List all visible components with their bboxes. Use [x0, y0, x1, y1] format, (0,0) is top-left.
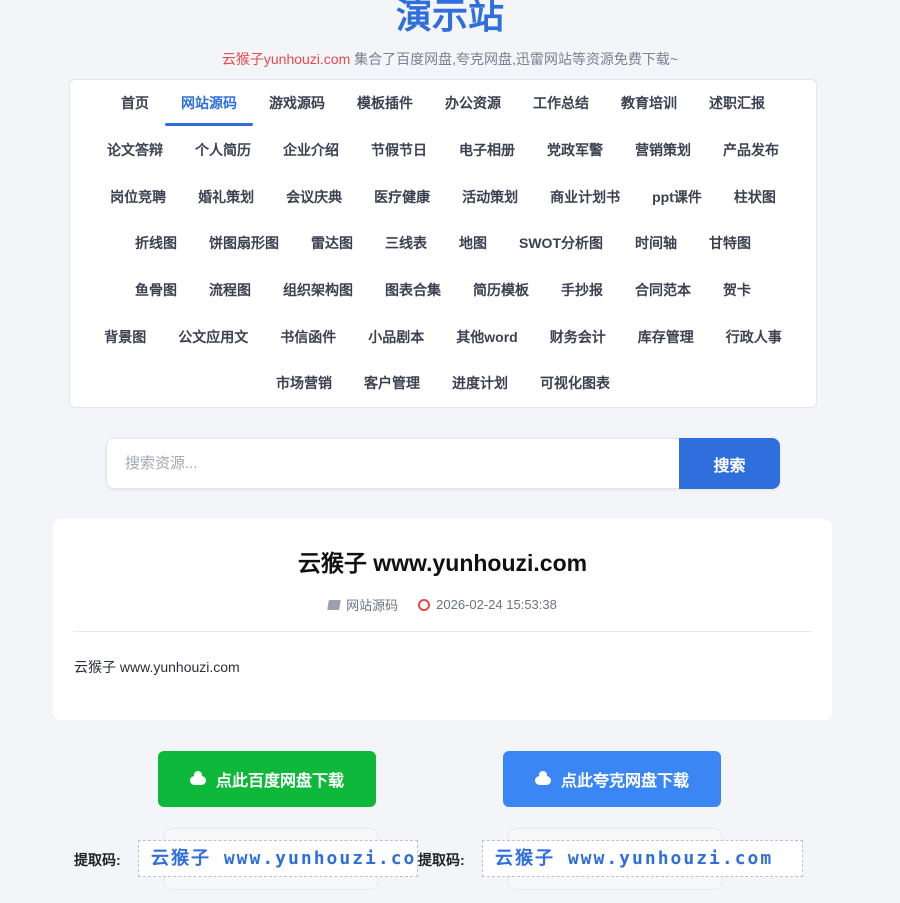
search-button[interactable]: 搜索	[679, 438, 780, 489]
article-category[interactable]: 网站源码	[327, 595, 399, 614]
nav-item[interactable]: 模板插件	[341, 80, 429, 126]
article-body: 云猴子 www.yunhouzi.com	[74, 659, 240, 675]
nav-item[interactable]: 背景图	[88, 314, 162, 360]
quark-code-label: 提取码:	[418, 852, 465, 868]
nav-item[interactable]: 产品发布	[707, 127, 795, 173]
nav-row: 岗位竞聘 婚礼策划 会议庆典 医疗健康 活动策划 商业计划书 ppt课件 柱状图	[70, 174, 816, 220]
quark-download-button[interactable]: 点此夸克网盘下载	[503, 751, 721, 807]
article-card: 云猴子 www.yunhouzi.com 网站源码 2026-02-24 15:…	[53, 519, 832, 720]
article-meta: 网站源码 2026-02-24 15:53:38	[53, 595, 832, 614]
nav-item[interactable]: 岗位竞聘	[94, 174, 182, 220]
nav-item[interactable]: 流程图	[193, 267, 267, 313]
article-title: 云猴子 www.yunhouzi.com	[297, 550, 588, 576]
nav-item[interactable]: 其他word	[440, 314, 533, 360]
nav-item[interactable]: 党政军警	[531, 127, 619, 173]
nav-item[interactable]: 折线图	[119, 220, 193, 266]
cloud-icon	[189, 771, 206, 785]
category-label: 网站源码	[346, 598, 399, 613]
nav-item[interactable]: 小品剧本	[352, 314, 440, 360]
clock-icon	[418, 598, 431, 611]
nav-item[interactable]: 库存管理	[622, 314, 710, 360]
search-input[interactable]	[106, 438, 679, 489]
nav-row: 鱼骨图 流程图 组织架构图 图表合集 简历模板 手抄报 合同范本 贺卡	[70, 267, 816, 313]
nav-item[interactable]: 贺卡	[707, 267, 767, 313]
nav-item[interactable]: 工作总结	[517, 80, 605, 126]
nav-item[interactable]: 时间轴	[619, 220, 693, 266]
nav-item[interactable]: 行政人事	[710, 314, 798, 360]
nav-item[interactable]: 商业计划书	[534, 174, 636, 220]
nav-item[interactable]: 电子相册	[443, 127, 531, 173]
subtitle-brand[interactable]: 云猴子yunhouzi.com	[222, 51, 350, 67]
nav-item[interactable]: 公文应用文	[162, 314, 264, 360]
subtitle-text: 集合了百度网盘,夸克网盘,迅雷网站等资源免费下载~	[350, 51, 679, 67]
nav-item[interactable]: 三线表	[369, 220, 443, 266]
site-subtitle: 云猴子yunhouzi.com 集合了百度网盘,夸克网盘,迅雷网站等资源免费下载…	[0, 49, 900, 69]
nav-item[interactable]: 书信函件	[264, 314, 352, 360]
nav-row: 折线图 饼图扇形图 雷达图 三线表 地图 SWOT分析图 时间轴 甘特图	[70, 220, 816, 266]
nav-item[interactable]: 甘特图	[693, 220, 767, 266]
nav-item[interactable]: 游戏源码	[253, 80, 341, 126]
nav-row: 背景图 公文应用文 书信函件 小品剧本 其他word 财务会计 库存管理 行政人事	[70, 314, 816, 360]
nav-item[interactable]: 手抄报	[545, 267, 619, 313]
quark-code-value[interactable]: 云猴子 www.yunhouzi.com	[482, 840, 803, 877]
nav-item[interactable]: 进度计划	[436, 360, 524, 406]
nav-item[interactable]: 饼图扇形图	[193, 220, 295, 266]
site-title: 演示站	[395, 0, 504, 36]
nav-item[interactable]: 柱状图	[718, 174, 792, 220]
nav-item[interactable]: 简历模板	[457, 267, 545, 313]
nav-item[interactable]: 医疗健康	[358, 174, 446, 220]
nav-item[interactable]: 地图	[443, 220, 503, 266]
baidu-code-label: 提取码:	[74, 852, 121, 868]
nav-row: 论文答辩 个人简历 企业介绍 节假节日 电子相册 党政军警 营销策划 产品发布	[70, 127, 816, 173]
article-time: 2026-02-24 15:53:38	[418, 595, 557, 614]
nav-item[interactable]: 可视化图表	[524, 360, 626, 406]
nav-item[interactable]: 婚礼策划	[182, 174, 270, 220]
nav-row: 首页 网站源码 游戏源码 模板插件 办公资源 工作总结 教育培训 述职汇报	[70, 80, 816, 126]
nav-item[interactable]: 营销策划	[619, 127, 707, 173]
folder-icon	[327, 599, 342, 610]
nav-item[interactable]: 论文答辩	[91, 127, 179, 173]
nav-item[interactable]: 组织架构图	[267, 267, 369, 313]
nav-item[interactable]: 会议庆典	[270, 174, 358, 220]
divider	[73, 631, 812, 632]
baidu-download-label: 点此百度网盘下载	[215, 773, 344, 790]
nav-item[interactable]: 财务会计	[534, 314, 622, 360]
cloud-icon	[534, 771, 551, 785]
nav-item[interactable]: 网站源码	[165, 80, 253, 126]
nav-item[interactable]: 个人简历	[179, 127, 267, 173]
nav-item[interactable]: 述职汇报	[693, 80, 781, 126]
nav-item[interactable]: 雷达图	[295, 220, 369, 266]
nav-item[interactable]: 教育培训	[605, 80, 693, 126]
nav-item[interactable]: 办公资源	[429, 80, 517, 126]
nav-item[interactable]: 合同范本	[619, 267, 707, 313]
nav-item[interactable]: SWOT分析图	[503, 220, 619, 266]
category-nav: 首页 网站源码 游戏源码 模板插件 办公资源 工作总结 教育培训 述职汇报 论文答辩 个人简历 企业…	[69, 79, 817, 408]
nav-item[interactable]: ppt课件	[636, 174, 718, 220]
baidu-download-button[interactable]: 点此百度网盘下载	[158, 751, 376, 807]
nav-item[interactable]: 市场营销	[260, 360, 348, 406]
nav-item[interactable]: 节假节日	[355, 127, 443, 173]
nav-item[interactable]: 图表合集	[369, 267, 457, 313]
nav-item[interactable]: 首页	[105, 80, 165, 126]
nav-item[interactable]: 活动策划	[446, 174, 534, 220]
timestamp-label: 2026-02-24 15:53:38	[436, 597, 557, 612]
nav-item[interactable]: 客户管理	[348, 360, 436, 406]
search-bar: 搜索	[106, 438, 780, 489]
baidu-code-value[interactable]: 云猴子 www.yunhouzi.com	[138, 840, 418, 877]
nav-item[interactable]: 鱼骨图	[119, 267, 193, 313]
quark-download-label: 点此夸克网盘下载	[560, 773, 689, 790]
nav-row: 市场营销 客户管理 进度计划 可视化图表	[70, 360, 816, 406]
nav-item[interactable]: 企业介绍	[267, 127, 355, 173]
